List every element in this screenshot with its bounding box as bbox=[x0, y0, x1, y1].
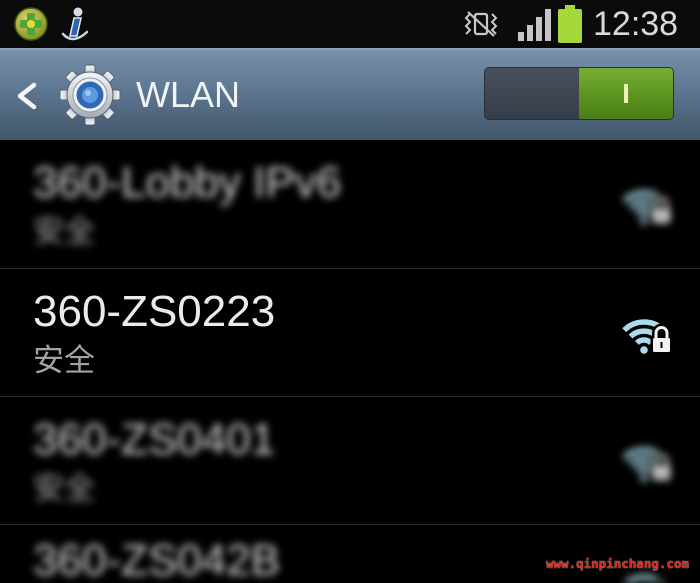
network-security: 安全 bbox=[33, 214, 95, 249]
signal-bar bbox=[527, 25, 533, 41]
wifi-secured-icon-graphic bbox=[620, 310, 672, 354]
action-bar: WLAN I bbox=[0, 48, 700, 140]
notification-figure-icon[interactable] bbox=[60, 5, 90, 43]
network-ssid: 360-Lobby IPv6 bbox=[33, 158, 342, 207]
360-security-icon[interactable] bbox=[13, 6, 49, 42]
toggle-on-label: I bbox=[622, 78, 630, 109]
notification-figure-icon-graphic bbox=[61, 7, 89, 41]
network-item[interactable]: 360-ZS0223 安全 bbox=[0, 268, 700, 396]
network-list: 360-Lobby IPv6 安全 360-ZS0223 安全 360-ZS04… bbox=[0, 140, 700, 583]
wifi-secured-icon bbox=[620, 181, 672, 225]
battery-icon bbox=[558, 5, 582, 43]
battery-body bbox=[558, 9, 582, 43]
signal-bar bbox=[536, 17, 542, 41]
page-title: WLAN bbox=[136, 74, 241, 115]
wifi-secured-icon bbox=[620, 438, 672, 482]
status-bar: 12:38 bbox=[0, 0, 700, 48]
signal-bar bbox=[518, 32, 524, 41]
wifi-secured-icon bbox=[620, 310, 672, 354]
vibrate-mute-icon bbox=[462, 10, 500, 38]
settings-gear-icon[interactable] bbox=[58, 63, 122, 127]
network-security: 安全 bbox=[33, 343, 95, 378]
toggle-on-thumb: I bbox=[579, 68, 673, 119]
360-security-icon-graphic bbox=[14, 7, 48, 41]
signal-strength-icon bbox=[518, 9, 552, 41]
network-item[interactable]: 360-ZS042B bbox=[0, 524, 700, 583]
vibrate-mute-icon-graphic bbox=[464, 11, 498, 37]
chevron-left-icon bbox=[12, 82, 42, 117]
wifi-secured-icon-graphic bbox=[620, 181, 672, 225]
signal-bar bbox=[545, 9, 551, 41]
network-security: 安全 bbox=[33, 471, 95, 506]
settings-gear-icon-graphic bbox=[59, 64, 121, 126]
network-ssid: 360-ZS0401 bbox=[33, 415, 276, 464]
status-time: 12:38 bbox=[593, 5, 679, 43]
network-item[interactable]: 360-ZS0401 安全 bbox=[0, 396, 700, 524]
wlan-toggle[interactable]: I bbox=[484, 67, 674, 120]
network-item[interactable]: 360-Lobby IPv6 安全 bbox=[0, 140, 700, 268]
watermark: www.qinpinchang.com bbox=[546, 556, 689, 571]
wifi-secured-icon-graphic bbox=[620, 438, 672, 482]
toggle-off-track bbox=[485, 68, 579, 119]
battery-fill bbox=[558, 9, 582, 43]
back-button[interactable] bbox=[12, 78, 42, 114]
network-ssid: 360-ZS0223 bbox=[33, 287, 276, 336]
phone-screen: 12:38 WLAN I 360-Lobby IPv6 安全 360-ZS022… bbox=[0, 0, 700, 583]
chevron-left-icon-graphic bbox=[17, 82, 37, 110]
network-ssid: 360-ZS042B bbox=[33, 536, 281, 583]
